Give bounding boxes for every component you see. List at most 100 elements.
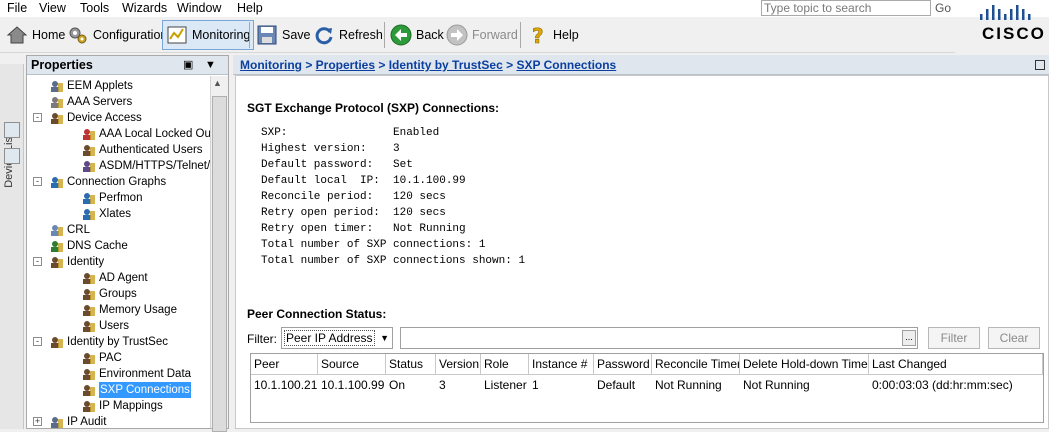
table-cell: 10.1.100.99 <box>321 378 385 392</box>
pin-icon[interactable]: ▼ <box>205 56 216 75</box>
save-button[interactable]: Save <box>253 20 314 50</box>
configuration-label: Configuration <box>93 28 168 42</box>
sxp-info-value: Enabled <box>393 127 440 139</box>
tree-item-label: SXP Connections <box>99 382 191 398</box>
tree-item-identity[interactable]: Identity <box>50 254 104 270</box>
tree-item-aaa-local-locked-out-use[interactable]: AAA Local Locked Out Use <box>82 126 211 142</box>
table-cell: Default <box>597 378 636 392</box>
column-header[interactable]: Last Changed <box>869 354 1043 375</box>
tree-item-aaa-servers[interactable]: AAA Servers <box>50 94 132 110</box>
collapse-icon[interactable]: - <box>33 113 42 122</box>
tree-item-memory-usage[interactable]: Memory Usage <box>82 302 177 318</box>
table-cell: Not Running <box>743 378 810 392</box>
menu-view[interactable]: View <box>39 0 66 17</box>
filter-dropdown[interactable]: Peer IP Address ▼ <box>281 327 393 349</box>
sxp-info-key: Default local IP: <box>261 175 380 187</box>
tree-item-authenticated-users[interactable]: Authenticated Users <box>82 142 203 158</box>
tree-item-dns-cache[interactable]: DNS Cache <box>50 238 128 254</box>
tree-item-crl[interactable]: CRL <box>50 222 90 238</box>
table-cell: Not Running <box>655 378 722 392</box>
column-header[interactable]: Version <box>436 354 481 375</box>
menu-help[interactable]: Help <box>237 0 263 17</box>
help-button[interactable]: ? Help <box>524 20 582 50</box>
filter-button[interactable]: Filter <box>928 327 980 349</box>
maximize-icon[interactable] <box>1035 60 1045 70</box>
tree-item-label: Device Access <box>67 112 142 124</box>
properties-panel: Properties ▣ ▼ EEM Applets AAA Servers - De… <box>26 55 229 432</box>
filter-ellipsis-button[interactable]: ... <box>902 330 916 346</box>
search-input[interactable]: Type topic to search <box>761 0 931 16</box>
tree-item-users[interactable]: Users <box>82 318 129 334</box>
sxp-info-key: Reconcile period: <box>261 191 374 203</box>
sxp-info-value: 1 <box>478 239 486 251</box>
home-button[interactable]: Home <box>3 20 68 50</box>
breadcrumb-properties[interactable]: Properties <box>316 58 375 72</box>
column-header[interactable]: Source <box>318 354 386 375</box>
column-header[interactable]: Peer <box>251 354 318 375</box>
menu-tools[interactable]: Tools <box>80 0 109 17</box>
tree-item-label: IP Mappings <box>99 400 163 412</box>
tree-item-groups[interactable]: Groups <box>82 286 137 302</box>
column-header[interactable]: Status <box>386 354 436 375</box>
tree-item-ad-agent[interactable]: AD Agent <box>82 270 148 286</box>
breadcrumb-identity-trustsec[interactable]: Identity by TrustSec <box>389 58 503 72</box>
monitoring-button[interactable]: Monitoring <box>162 20 255 50</box>
tree-item-pac[interactable]: PAC <box>82 350 122 366</box>
breadcrumb-sxp-connections[interactable]: SXP Connections <box>516 58 616 72</box>
sxp-info-value: 120 secs <box>393 191 446 203</box>
tree-item-connection-graphs[interactable]: Connection Graphs <box>50 174 166 190</box>
sxp-info-key: Highest version: <box>261 143 367 155</box>
collapse-icon[interactable]: - <box>33 257 42 266</box>
tree-item-label: Environment Data <box>99 368 192 380</box>
column-header[interactable]: Delete Hold-down Timer <box>740 354 869 375</box>
device-list-tab[interactable]: Device List <box>0 64 24 429</box>
session-icon <box>82 160 96 173</box>
filter-text-input[interactable]: ... <box>400 327 918 349</box>
logo-text: CISCO <box>982 24 1046 43</box>
tree-item-asdm-https-telnet-ssh[interactable]: ASDM/HTTPS/Telnet/SSH <box>82 158 211 174</box>
tree-item-identity-by-trustsec[interactable]: Identity by TrustSec <box>50 334 168 350</box>
tree-item-eem-applets[interactable]: EEM Applets <box>50 78 133 94</box>
tree-item-label: AAA Servers <box>67 96 133 108</box>
device-list-button[interactable] <box>4 148 20 164</box>
breadcrumb-monitoring[interactable]: Monitoring <box>240 58 302 72</box>
users-icon <box>82 304 96 317</box>
clear-button[interactable]: Clear <box>988 327 1040 349</box>
cisco-logo: CISCO <box>975 3 1045 47</box>
scroll-up-icon[interactable]: ▲ <box>213 78 222 88</box>
column-header[interactable]: Instance # <box>529 354 594 375</box>
go-button[interactable]: Go <box>935 0 951 16</box>
breadcrumb-separator: > <box>375 58 389 72</box>
configuration-button[interactable]: Configuration <box>64 20 170 50</box>
column-header[interactable]: Password <box>594 354 652 375</box>
monitoring-label: Monitoring <box>192 28 251 42</box>
back-button[interactable]: Back <box>387 20 447 50</box>
svg-text:?: ? <box>532 24 544 46</box>
forward-button[interactable]: Forward <box>443 20 521 50</box>
column-header[interactable]: Role <box>481 354 529 375</box>
content-pane: SGT Exchange Protocol (SXP) Connections:… <box>235 75 1049 429</box>
tree-item-sxp-connections[interactable]: SXP Connections <box>82 382 191 398</box>
collapse-icon[interactable]: - <box>33 177 42 186</box>
collapse-icon[interactable]: - <box>33 337 42 346</box>
tree-item-ip-audit[interactable]: IP Audit <box>50 414 106 428</box>
menu-window[interactable]: Window <box>177 0 221 17</box>
float-panel-icon[interactable]: ▣ <box>183 56 193 75</box>
expand-icon[interactable]: + <box>33 417 42 426</box>
menu-wizards[interactable]: Wizards <box>122 0 167 17</box>
device-list-button[interactable] <box>4 122 20 138</box>
tree-item-ip-mappings[interactable]: IP Mappings <box>82 398 163 414</box>
tree-item-device-access[interactable]: Device Access <box>50 110 142 126</box>
sxp-info-row: Highest version: 3 <box>261 141 525 157</box>
tree-item-xlates[interactable]: Xlates <box>82 206 131 222</box>
menu-file[interactable]: File <box>7 0 27 17</box>
refresh-button[interactable]: Refresh <box>310 20 386 50</box>
tree-item-perfmon[interactable]: Perfmon <box>82 190 142 206</box>
column-header[interactable]: Reconcile Timer <box>652 354 740 375</box>
server-icon <box>50 96 64 109</box>
tree-scrollbar[interactable]: ▲ <box>210 76 228 432</box>
tree-item-environment-data[interactable]: Environment Data <box>82 366 191 382</box>
scroll-thumb[interactable] <box>212 96 227 432</box>
back-arrow-icon <box>390 24 412 46</box>
sxp-info-value: 3 <box>393 143 400 155</box>
